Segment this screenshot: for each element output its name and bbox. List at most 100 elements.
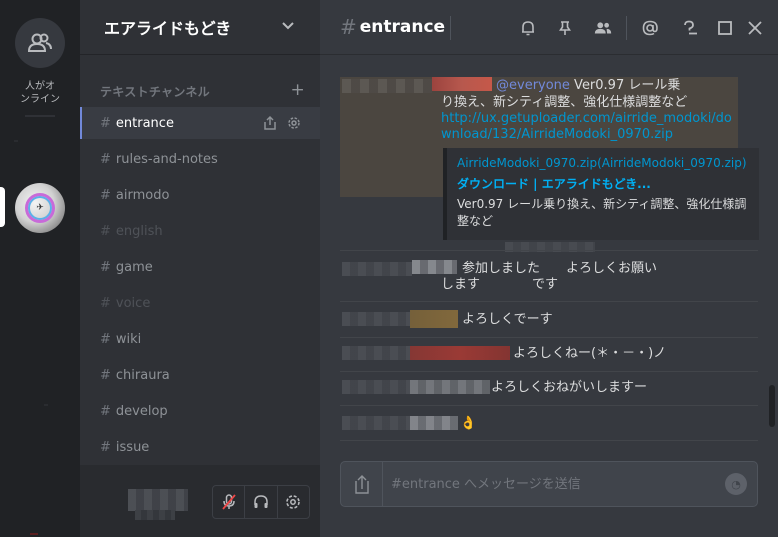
- online-count-label: 人がオ ンライン: [20, 81, 60, 105]
- hash-icon: #: [100, 295, 111, 311]
- close-button[interactable]: [745, 18, 765, 38]
- message-text: よろしくでーす: [462, 312, 553, 327]
- user-settings-button[interactable]: [278, 486, 309, 518]
- friends-button[interactable]: [15, 18, 65, 68]
- header-divider: [450, 16, 451, 40]
- server-rail: 人がオ ンライン ✈: [0, 0, 80, 537]
- channel-name: airmodo: [115, 187, 170, 203]
- channel-develop[interactable]: # develop: [80, 395, 320, 427]
- rail-artifact: [44, 404, 48, 406]
- rail-separator: [25, 115, 55, 117]
- avatar-redacted: [410, 416, 458, 430]
- download-link-continued[interactable]: wnload/132/AirrideModoki_0970.zip: [441, 126, 673, 144]
- gear-icon: [286, 495, 301, 509]
- hash-icon: #: [100, 259, 111, 275]
- channel-airmodo[interactable]: # airmodo: [80, 179, 320, 211]
- channel-name: chiraura: [115, 367, 170, 383]
- avatar-redacted: [432, 77, 492, 91]
- maximize-icon: [718, 21, 732, 35]
- hash-icon: #: [100, 331, 111, 347]
- username-redacted: [342, 262, 412, 276]
- channel-header: # entrance: [320, 0, 778, 55]
- channel-sidebar: エアライドもどき テキストチャンネル + # entrance # rules-…: [80, 0, 320, 537]
- gear-icon[interactable]: [286, 115, 302, 131]
- message-list[interactable]: @everyone Ver0.97 レール乗 り換え、新シティ調整、強化仕様調整…: [320, 55, 768, 450]
- channel-voice[interactable]: # voice: [80, 287, 320, 319]
- channel-name: english: [115, 223, 163, 239]
- add-channel-icon[interactable]: +: [290, 80, 305, 100]
- username-redacted: [342, 346, 410, 360]
- channel-wiki[interactable]: # wiki: [80, 323, 320, 355]
- username-redacted: [342, 416, 410, 430]
- message-divider: [340, 371, 758, 372]
- message-divider: [340, 250, 758, 251]
- message-composer: ◔: [340, 461, 758, 507]
- message-divider: [340, 405, 758, 406]
- mentions-button[interactable]: [640, 18, 660, 38]
- channel-issue[interactable]: # issue: [80, 431, 320, 463]
- message-divider: [340, 337, 758, 338]
- scrollbar-thumb[interactable]: [769, 385, 775, 427]
- channel-game[interactable]: # game: [80, 251, 320, 283]
- hash-icon: #: [100, 403, 111, 419]
- embed-provider[interactable]: AirrideModoki_0970.zip(AirrideModoki_097…: [457, 156, 747, 170]
- message-text: 参加しました よろしくお願い: [462, 261, 658, 276]
- username-redacted: [342, 79, 432, 93]
- pin-icon: [559, 21, 571, 35]
- notification-bell-button[interactable]: [518, 18, 538, 38]
- members-icon: [594, 22, 612, 34]
- friends-icon: [27, 33, 52, 52]
- message-input[interactable]: [391, 474, 711, 494]
- channel-entrance[interactable]: # entrance: [80, 107, 320, 139]
- user-panel: [80, 465, 320, 537]
- emoji-picker-icon[interactable]: ◔: [725, 473, 747, 495]
- selected-server-indicator: [0, 187, 5, 227]
- hash-icon: #: [340, 15, 357, 39]
- everyone-mention[interactable]: @everyone: [496, 78, 570, 93]
- channel-name: rules-and-notes: [115, 151, 218, 167]
- channel-name: wiki: [115, 331, 142, 347]
- invite-icon[interactable]: [262, 115, 278, 131]
- channel-chiraura[interactable]: # chiraura: [80, 359, 320, 391]
- guild-name: エアライドもどき: [104, 19, 232, 38]
- guild-header[interactable]: エアライドもどき: [80, 0, 320, 55]
- member-list-button[interactable]: [593, 18, 613, 38]
- channel-name: develop: [115, 403, 168, 419]
- deafen-button[interactable]: [245, 486, 278, 518]
- chevron-down-icon[interactable]: [280, 18, 296, 34]
- upload-button[interactable]: [341, 462, 383, 506]
- maximize-button[interactable]: [715, 18, 735, 38]
- pinned-messages-button[interactable]: [555, 18, 575, 38]
- channel-rules-and-notes[interactable]: # rules-and-notes: [80, 143, 320, 175]
- avatar-redacted: [410, 310, 458, 328]
- embed-title[interactable]: ダウンロード | エアライドもどき...: [457, 175, 651, 192]
- category-text-channels[interactable]: テキストチャンネル +: [100, 80, 305, 100]
- message-divider: [340, 301, 758, 302]
- header-divider: [626, 16, 627, 40]
- rail-artifact: [30, 533, 38, 535]
- bell-icon: [522, 21, 534, 36]
- message-text: します です: [441, 277, 559, 292]
- channel-name: entrance: [115, 115, 174, 131]
- avatar-redacted: [410, 346, 510, 360]
- hash-icon: #: [100, 151, 111, 167]
- server-icon-airride[interactable]: ✈: [15, 183, 65, 233]
- mute-button[interactable]: [213, 486, 246, 518]
- message-text: よろしくねー(＊・－・)ノ: [513, 346, 667, 361]
- message-line: @everyone Ver0.97 レール乗: [496, 77, 756, 95]
- category-label: テキストチャンネル: [100, 85, 210, 99]
- headphones-icon: [254, 495, 268, 508]
- chat-area: # entrance @everyone Ver0.97 レール乗 り換え、新シ…: [320, 0, 778, 537]
- channel-title: entrance: [359, 17, 446, 37]
- user-controls: [212, 485, 310, 519]
- channel-name: issue: [115, 439, 150, 455]
- at-sign-icon: [642, 20, 658, 36]
- help-button[interactable]: [680, 18, 700, 38]
- username-redacted: [342, 312, 410, 326]
- upload-icon: [354, 475, 369, 494]
- hash-icon: #: [100, 115, 111, 131]
- channel-name: voice: [115, 295, 151, 311]
- avatar-redacted: [410, 380, 490, 394]
- channel-name: game: [115, 259, 153, 275]
- channel-english[interactable]: # english: [80, 215, 320, 247]
